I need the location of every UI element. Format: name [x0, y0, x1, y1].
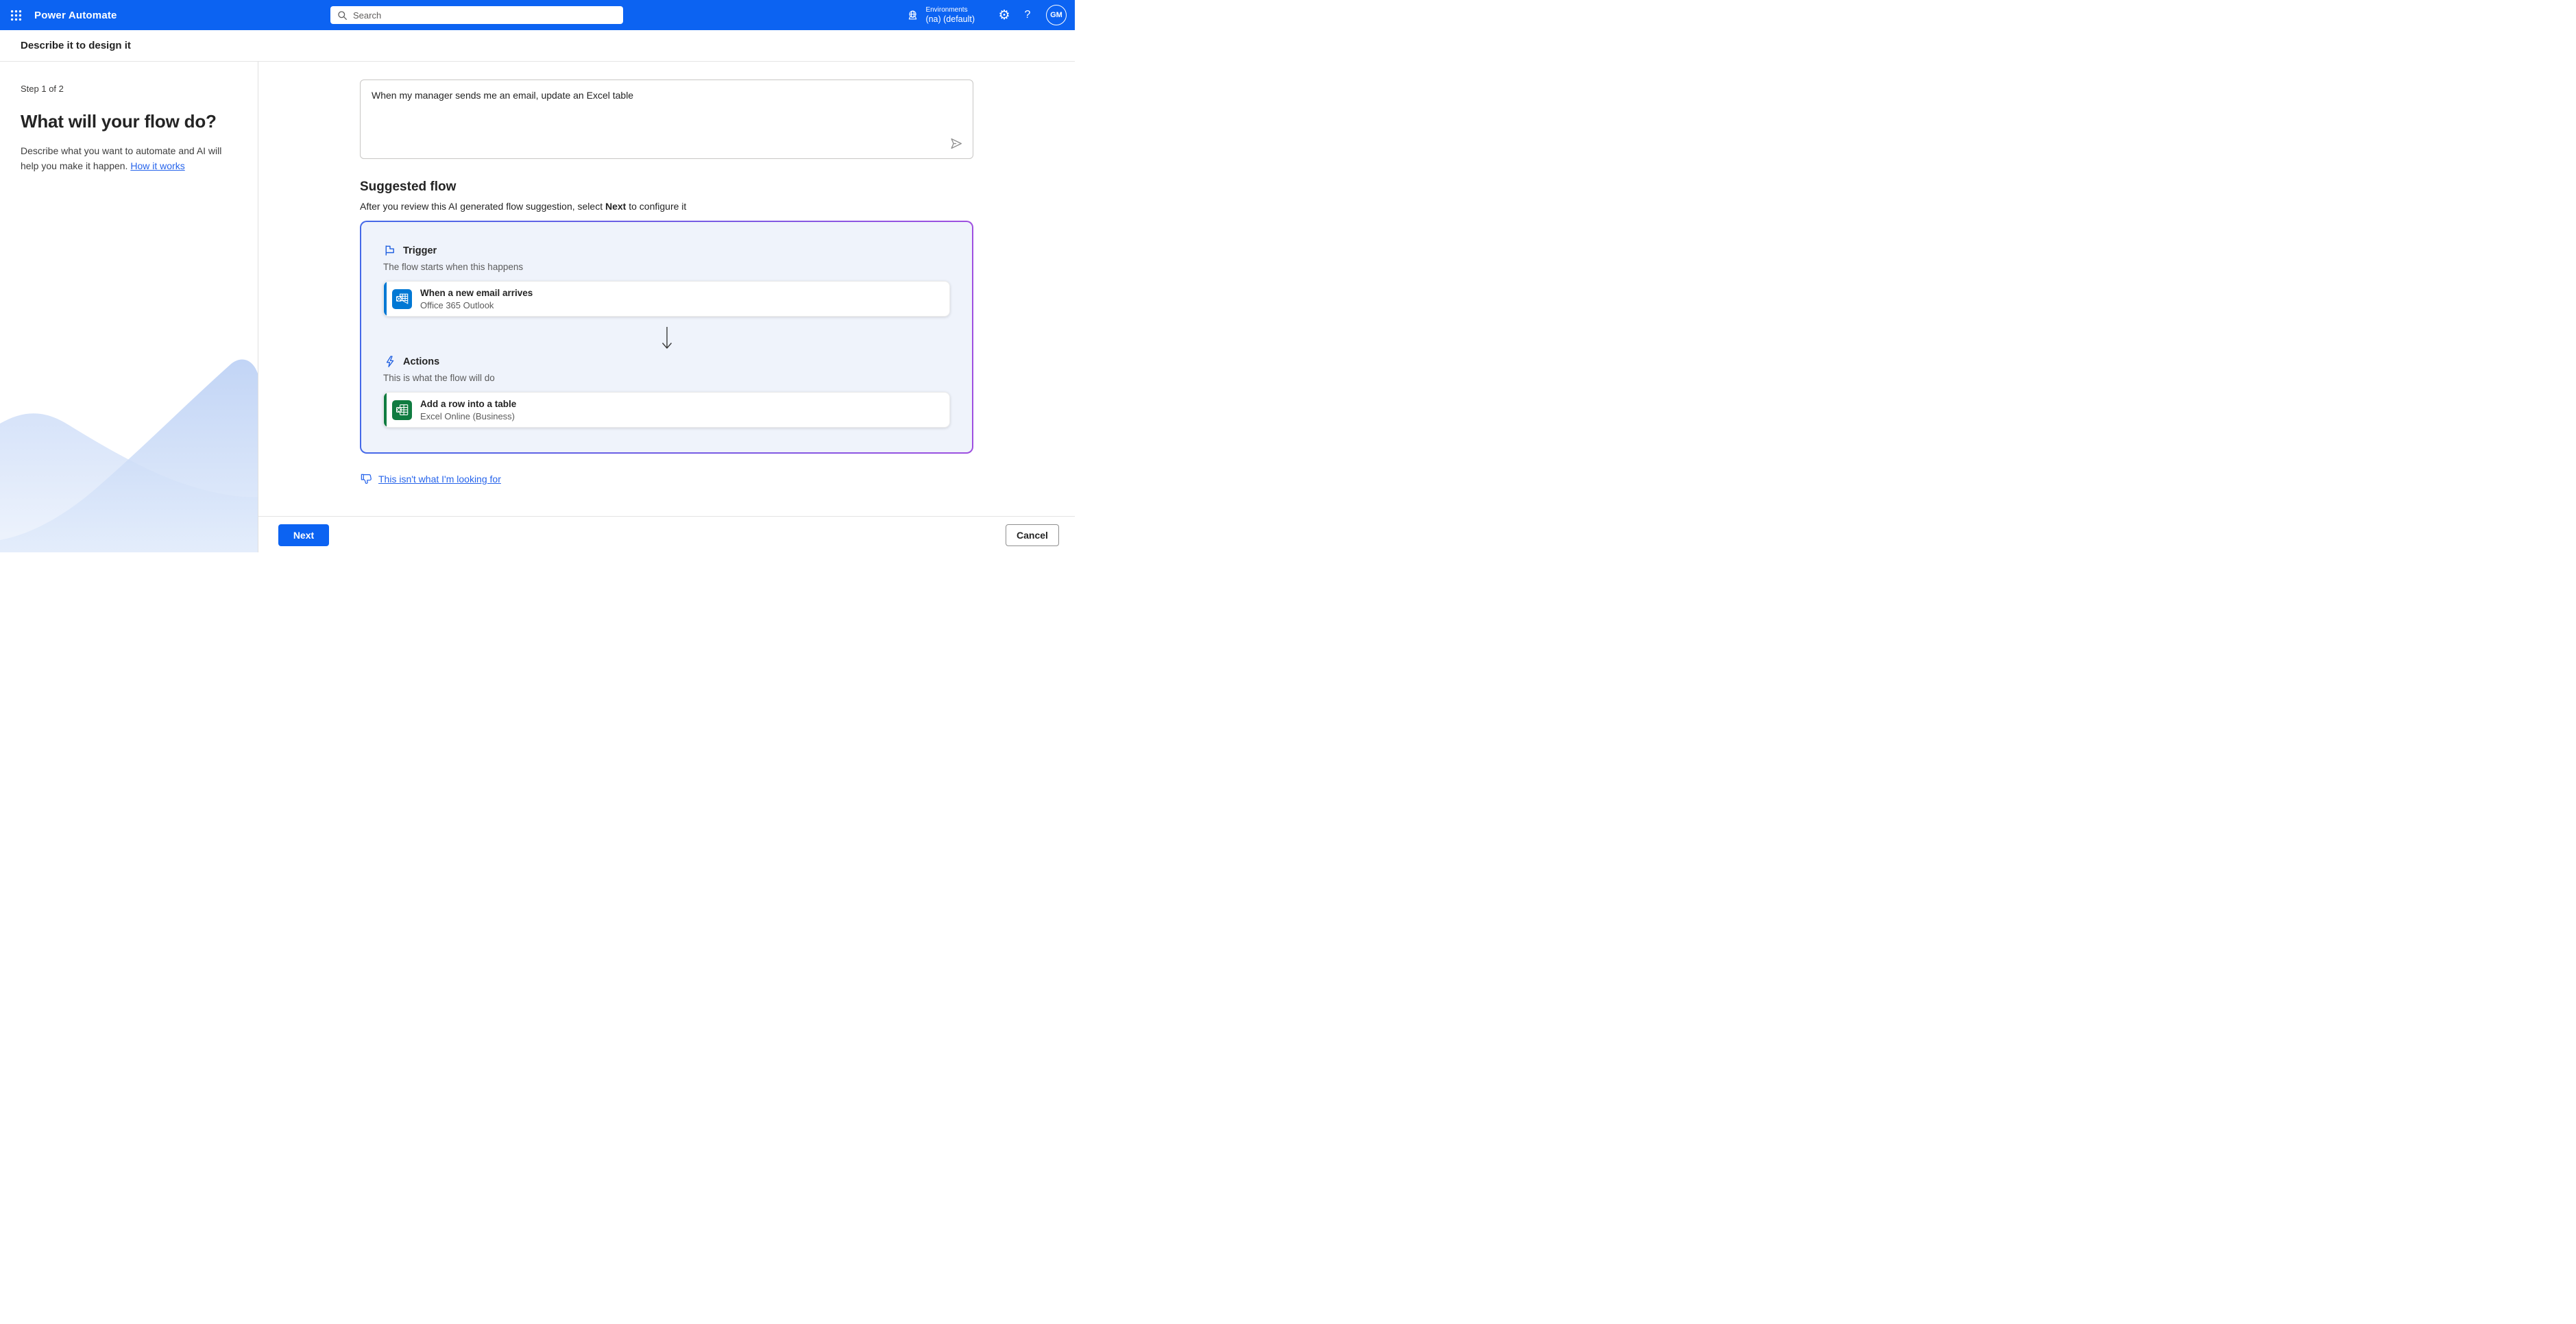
trigger-card-title: When a new email arrives [420, 288, 533, 298]
environments-label: Environments [925, 6, 975, 14]
avatar-initials: GM [1050, 11, 1062, 19]
environment-selector[interactable]: Environments (na) (default) [899, 0, 993, 30]
trigger-card: When a new email arrives Office 365 Outl… [383, 281, 950, 317]
flow-description-box: When my manager sends me an email, updat… [360, 79, 973, 159]
flag-icon [383, 244, 396, 257]
actions-subtitle: This is what the flow will do [383, 373, 950, 383]
flow-description-input[interactable]: When my manager sends me an email, updat… [361, 80, 973, 158]
how-it-works-link[interactable]: How it works [130, 160, 184, 171]
arrow-down-icon [661, 326, 673, 350]
suggested-flow-heading: Suggested flow [360, 180, 973, 195]
content-column: When my manager sends me an email, updat… [360, 62, 973, 489]
app-title: Power Automate [34, 10, 117, 21]
sidebar-heading: What will your flow do? [21, 111, 237, 132]
left-panel: Step 1 of 2 What will your flow do? Desc… [0, 62, 258, 552]
search-input[interactable] [353, 10, 616, 21]
page-title: Describe it to design it [21, 40, 131, 51]
cancel-button[interactable]: Cancel [1006, 524, 1059, 546]
trigger-label: Trigger [403, 245, 437, 256]
footer-bar: Next Cancel [258, 516, 1075, 552]
environment-name: (na) (default) [925, 14, 975, 24]
header-right-cluster: Environments (na) (default) ⚙ ? GM [899, 0, 1075, 30]
trigger-section-header: Trigger [383, 244, 950, 257]
send-icon [949, 136, 964, 151]
page-title-bar: Describe it to design it [0, 30, 1075, 62]
gear-icon: ⚙ [998, 9, 1010, 22]
help-button[interactable]: ? [1016, 0, 1039, 30]
actions-label: Actions [403, 356, 439, 367]
settings-button[interactable]: ⚙ [993, 0, 1016, 30]
app-launcher-button[interactable] [0, 0, 32, 30]
action-card-service: Excel Online (Business) [420, 411, 516, 421]
global-search[interactable] [330, 6, 623, 24]
trigger-subtitle: The flow starts when this happens [383, 262, 950, 272]
excel-icon [392, 400, 412, 420]
suggested-flow-subtitle: After you review this AI generated flow … [360, 201, 973, 212]
next-button[interactable]: Next [278, 524, 329, 546]
actions-section-header: Actions [383, 355, 950, 368]
action-card: Add a row into a table Excel Online (Bus… [383, 392, 950, 428]
avatar[interactable]: GM [1046, 5, 1067, 25]
flow-connector [383, 326, 950, 350]
step-indicator: Step 1 of 2 [21, 84, 237, 94]
not-looking-for-link[interactable]: This isn't what I'm looking for [360, 472, 501, 485]
help-icon: ? [1025, 9, 1031, 21]
main-area: When my manager sends me an email, updat… [258, 62, 1075, 552]
decorative-waves [0, 347, 258, 552]
search-icon [337, 10, 348, 21]
action-card-title: Add a row into a table [420, 399, 516, 409]
environment-icon [906, 9, 919, 22]
trigger-card-service: Office 365 Outlook [420, 300, 533, 310]
suggested-flow-panel: Trigger The flow starts when this happen… [360, 221, 973, 454]
sidebar-description: Describe what you want to automate and A… [21, 143, 239, 174]
submit-description-button[interactable] [949, 136, 964, 151]
app-header: Power Automate Environments (na) (defaul… [0, 0, 1075, 30]
lightning-icon [383, 355, 396, 368]
thumbs-down-icon [360, 472, 373, 485]
waffle-icon [10, 10, 22, 21]
outlook-icon [392, 289, 412, 309]
